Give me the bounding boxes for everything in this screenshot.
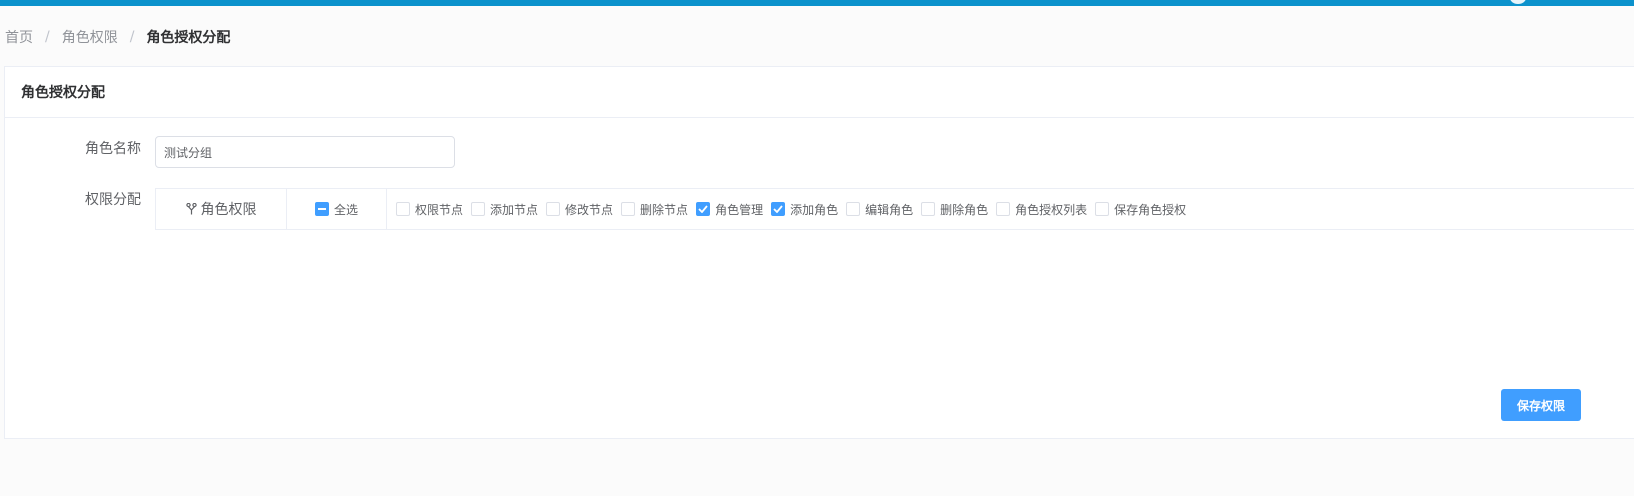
- permission-checkbox-label: 角色管理: [715, 202, 764, 217]
- permission-checkbox[interactable]: 添加节点: [471, 201, 538, 218]
- checkbox-checked-icon[interactable]: [771, 202, 786, 216]
- breadcrumb-current: 角色授权分配: [146, 30, 231, 46]
- permission-checkbox[interactable]: 删除角色: [921, 201, 988, 218]
- checkbox-box[interactable]: [396, 202, 410, 216]
- permission-checkbox[interactable]: 保存角色授权: [1095, 201, 1186, 218]
- permission-checkbox[interactable]: 修改节点: [546, 201, 613, 218]
- card-title: 角色授权分配: [5, 67, 1634, 118]
- permission-checkbox[interactable]: 角色管理: [696, 201, 763, 218]
- permission-checkbox-label: 编辑角色: [865, 202, 914, 217]
- permission-checkbox-label: 角色授权列表: [1015, 202, 1088, 217]
- permission-table: 角色权限 全选 权限节点 添加节点 修改节点 删除节点 角色管理 添加角色 编辑角色 删除角色…: [155, 188, 1634, 230]
- checkbox-box[interactable]: [546, 202, 561, 216]
- permission-checkbox[interactable]: 删除节点: [621, 201, 688, 218]
- select-all-label: 全选: [333, 202, 358, 217]
- permission-checkbox[interactable]: 角色授权列表: [996, 201, 1087, 218]
- role-name-input[interactable]: [155, 136, 455, 168]
- permission-checkbox-label: 删除节点: [640, 202, 689, 217]
- permission-items: 权限节点 添加节点 修改节点 删除节点 角色管理 添加角色 编辑角色 删除角色 角色授权列表 保存…: [387, 189, 1634, 229]
- save-permissions-button[interactable]: 保存权限: [1501, 389, 1581, 421]
- permission-checkbox-label: 删除角色: [940, 202, 989, 217]
- permission-checkbox[interactable]: 编辑角色: [846, 201, 913, 218]
- branch-icon: [185, 203, 197, 215]
- select-all-checkbox[interactable]: 全选: [287, 189, 387, 229]
- user-avatar[interactable]: [1510, 0, 1526, 4]
- permission-checkbox-label: 保存角色授权: [1114, 202, 1187, 217]
- breadcrumb-separator: /: [129, 29, 135, 45]
- breadcrumb-role-permission[interactable]: 角色权限: [62, 27, 118, 47]
- checkbox-box[interactable]: [621, 202, 636, 216]
- checkbox-box[interactable]: [1095, 202, 1110, 216]
- top-bar: [0, 0, 1634, 6]
- permission-group: 角色权限: [156, 189, 287, 229]
- checkbox-box[interactable]: [996, 202, 1011, 216]
- permission-group-label: 角色权限: [200, 202, 257, 218]
- permission-label: 权限分配: [85, 192, 141, 208]
- checkbox-box[interactable]: [921, 202, 936, 216]
- breadcrumb: 首页 / 角色权限 / 角色授权分配: [5, 27, 230, 47]
- breadcrumb-home[interactable]: 首页: [5, 27, 33, 47]
- select-all-box[interactable]: [314, 202, 329, 216]
- permission-checkbox-label: 修改节点: [565, 202, 614, 217]
- checkbox-checked-icon[interactable]: [696, 202, 711, 216]
- permission-checkbox[interactable]: 添加角色: [771, 201, 838, 218]
- role-name-label: 角色名称: [85, 141, 141, 157]
- role-auth-card: 角色授权分配 角色名称 权限分配 角色权限 全选 权限节点 添加节点 修改节点 删除节…: [4, 66, 1634, 439]
- permission-checkbox[interactable]: 权限节点: [396, 201, 463, 218]
- breadcrumb-separator: /: [45, 29, 50, 45]
- checkbox-box[interactable]: [471, 202, 486, 216]
- checkbox-box[interactable]: [846, 202, 861, 216]
- permission-checkbox-label: 权限节点: [415, 202, 464, 217]
- permission-checkbox-label: 添加节点: [490, 202, 539, 217]
- permission-checkbox-label: 添加角色: [790, 202, 839, 217]
